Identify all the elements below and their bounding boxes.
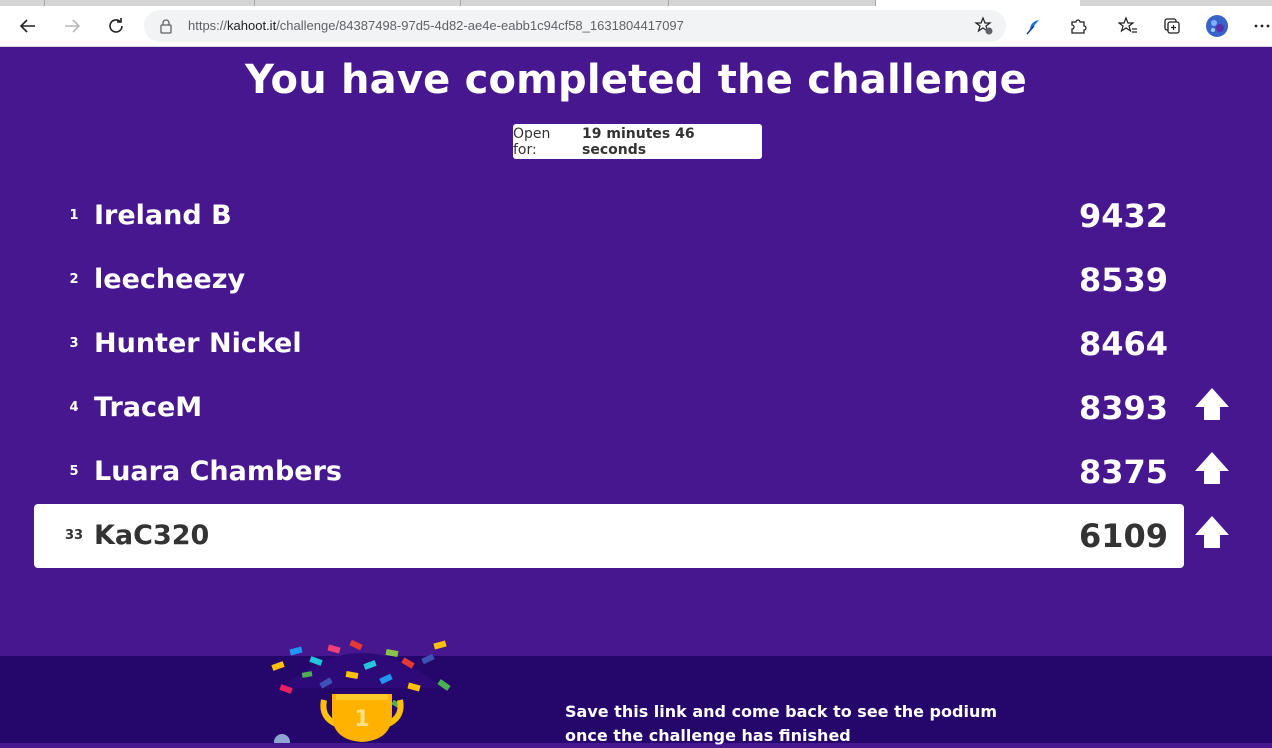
star-add-icon xyxy=(974,16,993,35)
row-player-name: KaC320 xyxy=(94,520,210,551)
add-favorite-button[interactable] xyxy=(968,10,1000,42)
forward-button[interactable] xyxy=(56,10,88,42)
row-score: 9432 xyxy=(1078,197,1168,235)
reload-button[interactable] xyxy=(100,10,132,42)
leaderboard-row: 1 Ireland B 9432 xyxy=(34,184,1184,248)
row-score: 8375 xyxy=(1078,453,1168,491)
trophy-confetti-illustration: 1 xyxy=(271,639,451,743)
profile-button[interactable] xyxy=(1201,10,1233,42)
browser-toolbar: https://kahoot.it/challenge/84387498-97d… xyxy=(0,6,1272,47)
row-score: 6109 xyxy=(1078,517,1168,555)
open-duration-label: Open for: xyxy=(513,125,551,158)
extensions-button[interactable] xyxy=(1062,10,1094,42)
collections-button[interactable] xyxy=(1156,10,1188,42)
back-button[interactable] xyxy=(12,10,44,42)
row-rank: 4 xyxy=(69,400,79,415)
row-rank: 2 xyxy=(69,272,79,287)
row-rank: 3 xyxy=(69,336,79,351)
up-arrow-icon xyxy=(1195,452,1229,484)
url-text[interactable]: https://kahoot.it/challenge/84387498-97d… xyxy=(188,10,684,42)
back-arrow-icon xyxy=(19,19,35,33)
leaderboard-row: 3 Hunter Nickel 8464 xyxy=(34,312,1184,376)
open-duration-value: 19 minutes 46 seconds xyxy=(582,125,695,158)
address-bar[interactable]: https://kahoot.it/challenge/84387498-97d… xyxy=(144,10,1006,42)
row-player-name: Hunter Nickel xyxy=(94,328,302,359)
more-menu-button[interactable] xyxy=(1246,10,1272,42)
row-rank: 5 xyxy=(69,464,79,479)
collections-icon xyxy=(1164,18,1180,34)
lock-icon[interactable] xyxy=(158,18,174,34)
feather-icon xyxy=(1026,20,1039,35)
trophy-number: 1 xyxy=(354,707,369,732)
forward-arrow-icon xyxy=(65,19,81,33)
save-link-message: Save this link and come back to see the … xyxy=(565,702,997,745)
medal-icon xyxy=(274,734,290,743)
extension-button[interactable] xyxy=(1018,10,1050,42)
row-score: 8464 xyxy=(1078,325,1168,363)
row-rank: 1 xyxy=(69,208,79,223)
row-player-name: leecheezy xyxy=(94,264,246,295)
row-score: 8393 xyxy=(1078,389,1168,427)
url-path: /challenge/84387498-97d5-4d82-ae4e-eabb1… xyxy=(276,18,684,33)
footer-panel: Save this link and come back to see the … xyxy=(0,656,1272,745)
row-score: 8539 xyxy=(1078,261,1168,299)
row-player-name: Luara Chambers xyxy=(94,456,342,487)
my-leaderboard-row: 33 KaC320 6109 xyxy=(34,504,1184,568)
puzzle-icon xyxy=(1071,19,1087,34)
row-player-name: Ireland B xyxy=(94,200,232,231)
ellipsis-icon xyxy=(1254,24,1270,28)
row-player-name: TraceM xyxy=(94,392,203,423)
avatar xyxy=(1206,15,1228,37)
page-title: You have completed the challenge xyxy=(245,57,1027,103)
row-rank: 33 xyxy=(64,528,84,543)
open-duration-badge: Open for: 19 minutes 46 seconds xyxy=(513,124,762,159)
favorites-button[interactable] xyxy=(1112,10,1144,42)
confetti-backdrop xyxy=(282,653,442,688)
up-arrow-icon xyxy=(1195,388,1229,420)
leaderboard-row: 4 TraceM 8393 xyxy=(34,376,1184,440)
favorites-icon xyxy=(1118,16,1137,33)
url-scheme: https:// xyxy=(188,18,228,33)
url-host: kahoot.it xyxy=(227,18,277,33)
leaderboard-row: 5 Luara Chambers 8375 xyxy=(34,440,1184,504)
trophy-icon: 1 xyxy=(320,694,404,742)
leaderboard-row: 2 leecheezy 8539 xyxy=(34,248,1184,312)
reload-icon xyxy=(109,18,123,33)
up-arrow-icon xyxy=(1195,516,1229,548)
